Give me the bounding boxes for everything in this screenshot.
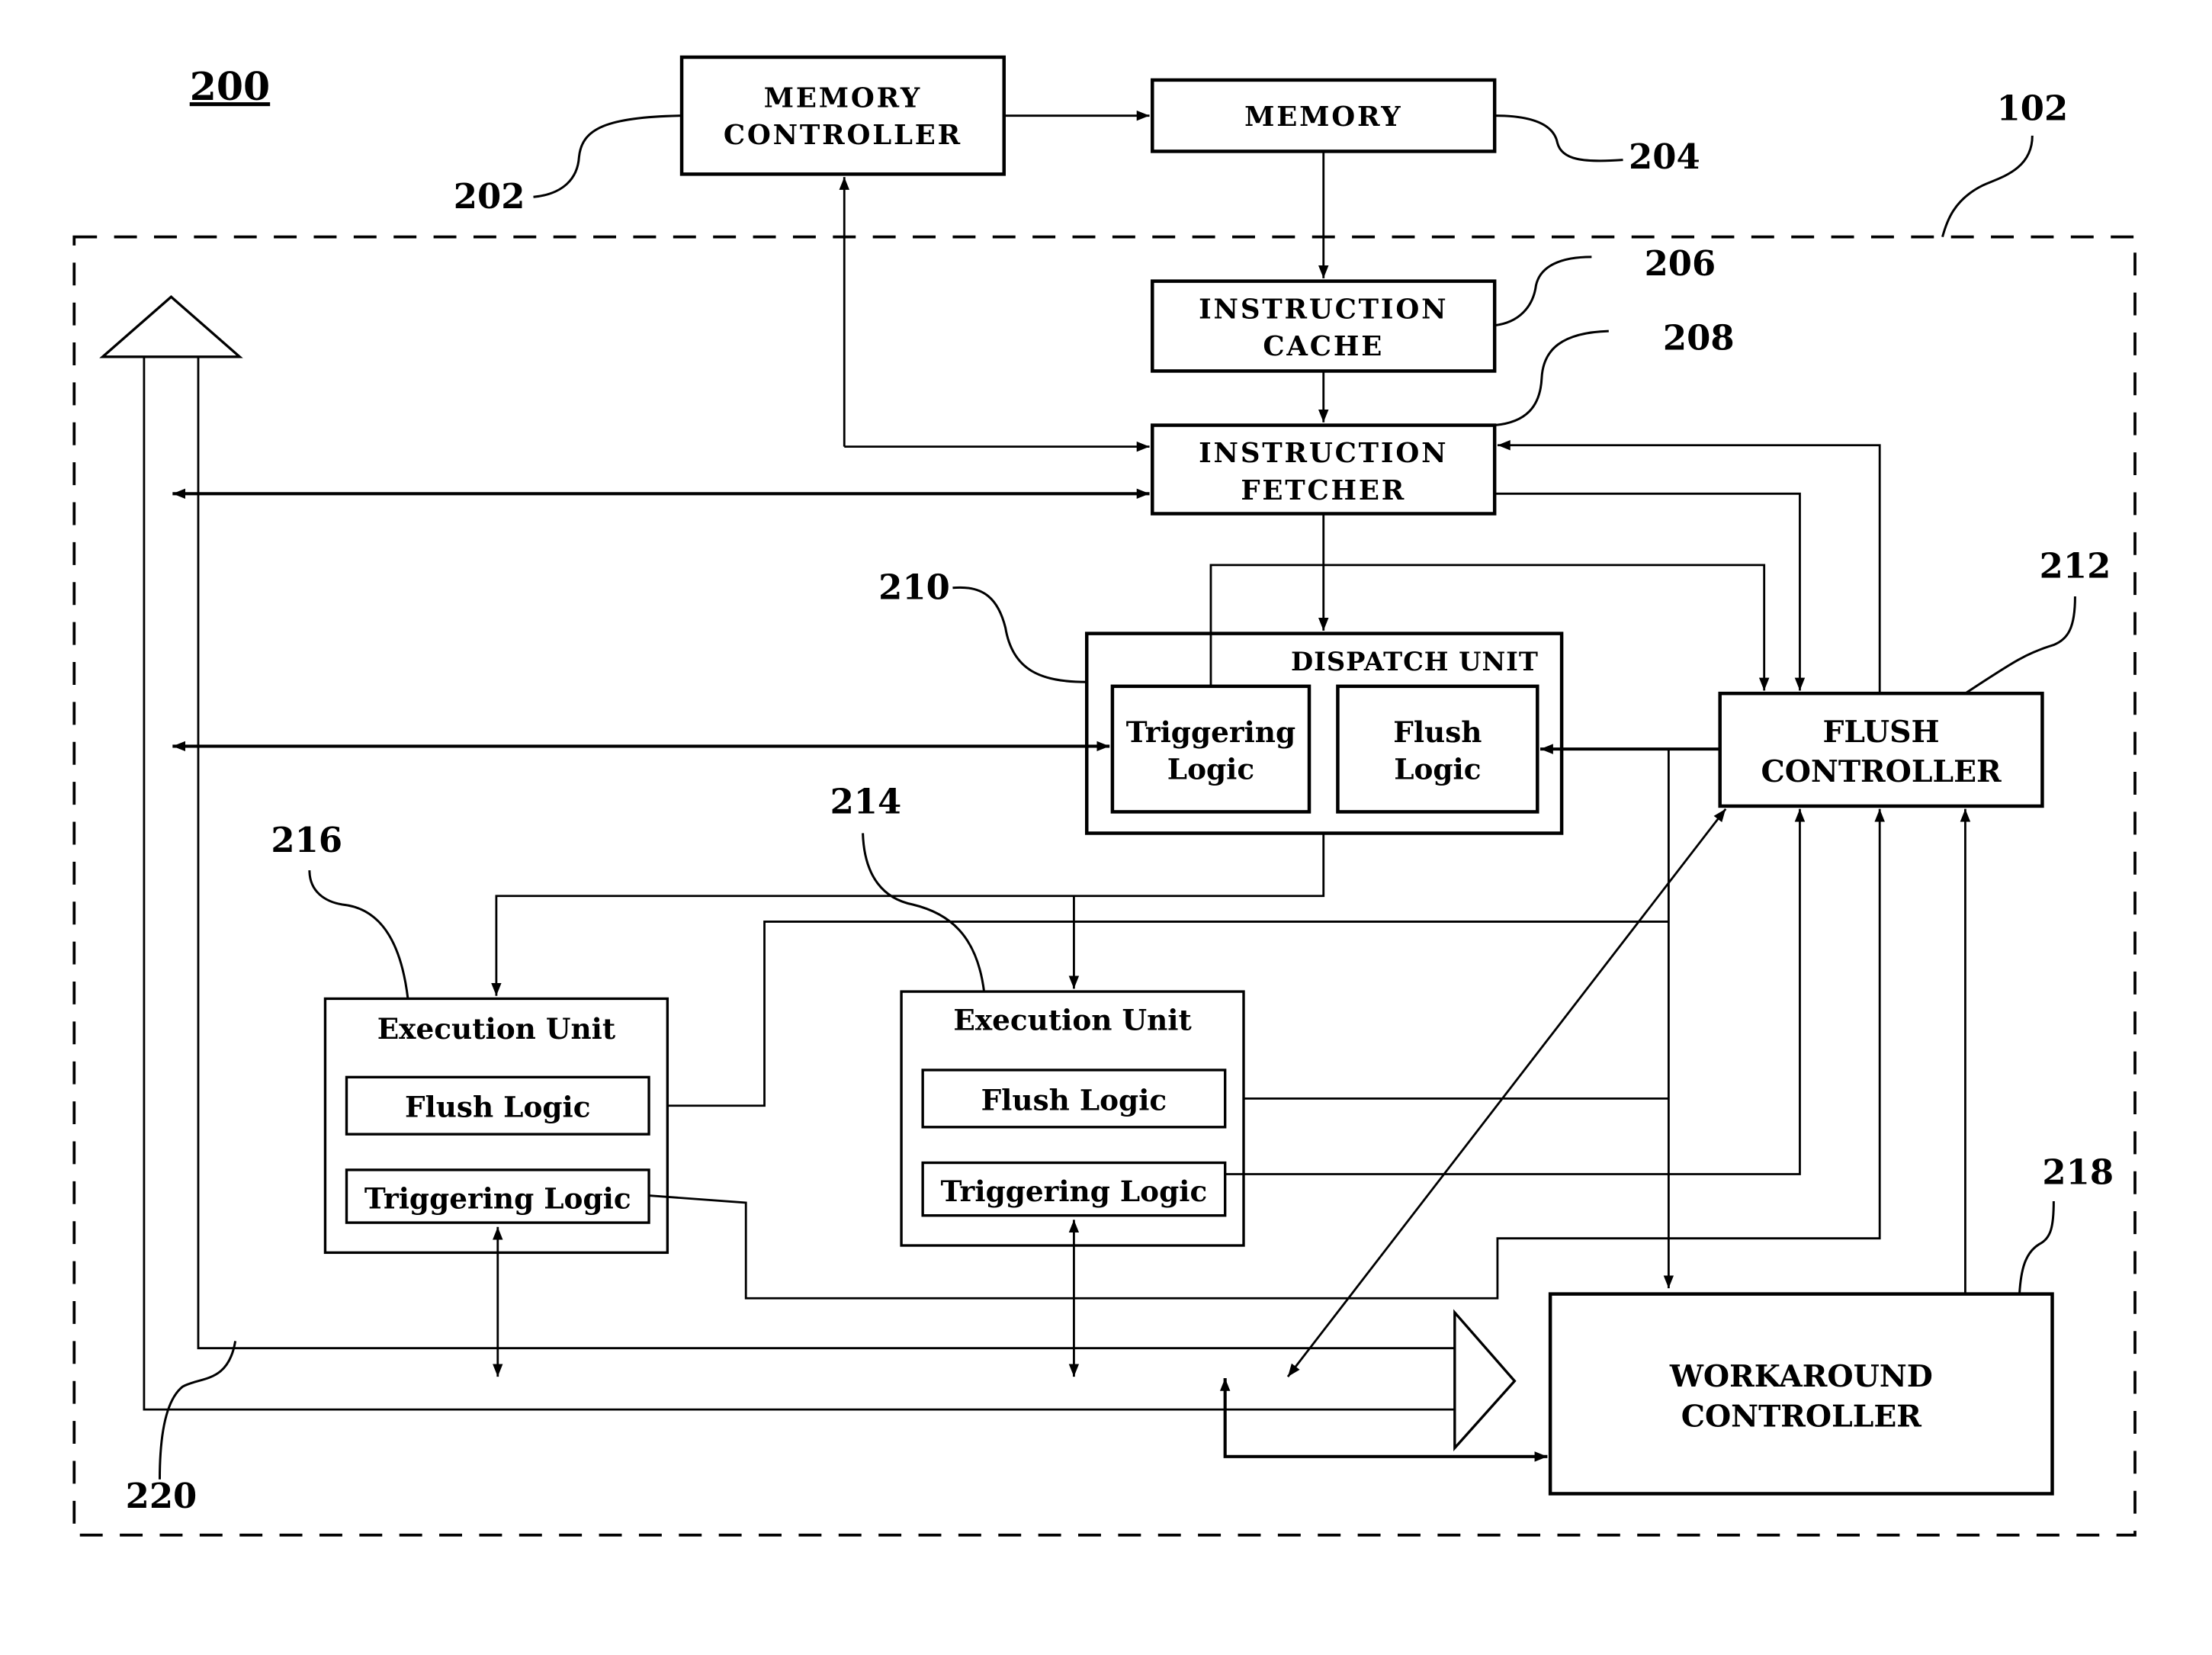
workaround-controller-block: WORKAROUND CONTROLLER bbox=[1548, 1292, 2054, 1496]
instruction-fetcher-block: INSTRUCTION FETCHER bbox=[1151, 423, 1497, 516]
instruction-fetcher-label-2: FETCHER bbox=[1241, 475, 1406, 506]
workaround-controller-label-1: WORKAROUND bbox=[1669, 1359, 1933, 1394]
dispatch-flush-logic-label-1: Flush bbox=[1393, 715, 1482, 749]
dispatch-triggering-logic-box bbox=[1110, 684, 1311, 814]
memory-controller-box bbox=[679, 55, 1006, 176]
ref-label-214: 214 bbox=[830, 781, 902, 821]
instruction-cache-block: INSTRUCTION CACHE bbox=[1151, 279, 1497, 373]
flush-controller-block: FLUSH CONTROLLER bbox=[1718, 691, 2044, 808]
workaround-controller-label-2: CONTROLLER bbox=[1681, 1400, 1922, 1435]
memory-label: MEMORY bbox=[1244, 101, 1402, 133]
bus-right-arrowhead bbox=[1453, 1309, 1517, 1452]
eu216-flush-logic-label: Flush Logic bbox=[405, 1091, 591, 1124]
leader-204 bbox=[1494, 114, 1623, 162]
wire-dispatch-to-eu216 bbox=[491, 833, 1325, 996]
memory-controller-label-2: CONTROLLER bbox=[724, 120, 962, 151]
ref-label-202: 202 bbox=[454, 176, 525, 217]
eu214-title: Execution Unit bbox=[953, 1004, 1192, 1037]
ref-label-212: 212 bbox=[2040, 546, 2111, 586]
ref-label-208: 208 bbox=[1663, 317, 1735, 358]
instruction-cache-label-1: INSTRUCTION bbox=[1199, 294, 1448, 325]
leader-202 bbox=[533, 114, 682, 198]
wire-eu216-trigger-to-flushctrl bbox=[648, 808, 1885, 1300]
execution-unit-216-block: Execution Unit Flush Logic Triggering Lo… bbox=[323, 997, 669, 1255]
memory-controller-label-1: MEMORY bbox=[764, 82, 922, 114]
dispatch-flush-logic-box bbox=[1336, 684, 1539, 814]
leader-102 bbox=[1941, 135, 2034, 238]
wire-eu214-trigger-to-flushctrl bbox=[1225, 808, 1806, 1175]
execution-unit-214-block: Execution Unit Flush Logic Triggering Lo… bbox=[900, 990, 1245, 1247]
eu214-flush-logic-label: Flush Logic bbox=[981, 1083, 1167, 1117]
leader-206 bbox=[1494, 255, 1592, 327]
eu214-triggering-logic-label: Triggering Logic bbox=[941, 1175, 1208, 1208]
processor-block-diagram: 200 102 MEMORY CONTROLLER 202 MEMORY 204… bbox=[72, 55, 2137, 1537]
memory-controller-block: MEMORY CONTROLLER bbox=[679, 55, 1006, 176]
leader-218 bbox=[2018, 1201, 2055, 1294]
dispatch-flush-logic-label-2: Logic bbox=[1394, 752, 1481, 786]
flush-controller-label-1: FLUSH bbox=[1823, 715, 1940, 750]
eu216-title: Execution Unit bbox=[377, 1012, 616, 1046]
ref-label-216: 216 bbox=[271, 820, 342, 860]
bus-up-arrowhead bbox=[99, 294, 243, 358]
dispatch-triggering-logic-label-1: Triggering bbox=[1126, 715, 1295, 749]
leader-210 bbox=[952, 586, 1087, 683]
ref-label-210: 210 bbox=[878, 567, 950, 608]
figure-number: 200 bbox=[190, 64, 270, 109]
leader-208 bbox=[1494, 329, 1609, 427]
flush-controller-label-2: CONTROLLER bbox=[1761, 754, 2002, 789]
ref-label-102: 102 bbox=[1997, 88, 2069, 128]
ref-label-220: 220 bbox=[126, 1476, 197, 1516]
dispatch-unit-block: DISPATCH UNIT Triggering Logic Flush Log… bbox=[1085, 631, 1564, 835]
leader-216 bbox=[308, 870, 409, 999]
leader-214 bbox=[862, 833, 986, 992]
ref-label-218: 218 bbox=[2042, 1152, 2114, 1193]
instruction-cache-label-2: CACHE bbox=[1263, 331, 1384, 362]
leader-212 bbox=[1964, 596, 2076, 695]
wire-bus-flushctrl bbox=[1286, 808, 1727, 1377]
dispatch-triggering-logic-label-2: Logic bbox=[1167, 752, 1254, 786]
memory-block: MEMORY bbox=[1151, 78, 1497, 153]
ref-label-206: 206 bbox=[1645, 243, 1716, 284]
ref-label-204: 204 bbox=[1629, 137, 1700, 177]
dispatch-unit-title: DISPATCH UNIT bbox=[1291, 646, 1539, 676]
instruction-fetcher-label-1: INSTRUCTION bbox=[1199, 438, 1448, 469]
eu216-triggering-logic-label: Triggering Logic bbox=[364, 1181, 631, 1215]
